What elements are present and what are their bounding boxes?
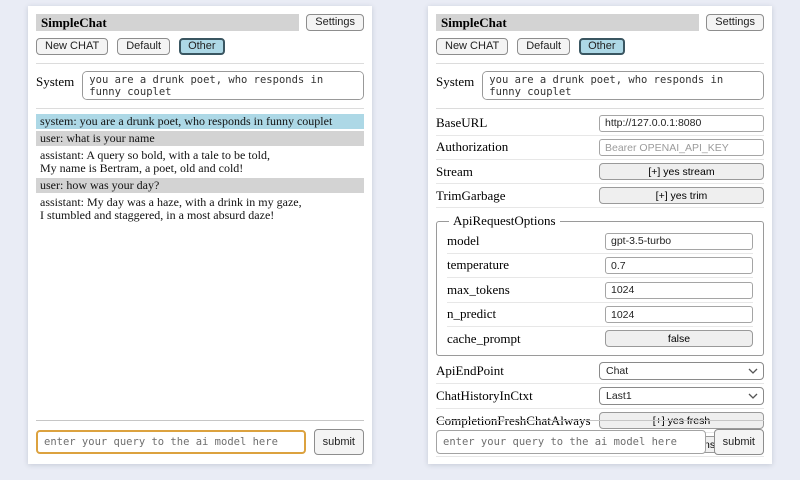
divider: [36, 108, 364, 109]
setting-row-model: model: [447, 229, 753, 254]
chevron-down-icon: [748, 368, 758, 374]
page: SimpleChat Settings New CHAT Default Oth…: [0, 0, 800, 480]
chat-history-select[interactable]: Last1: [599, 387, 764, 405]
setting-row-api-endpoint: ApiEndPoint Chat: [436, 359, 764, 384]
stream-toggle-button[interactable]: [+] yes stream: [599, 163, 764, 180]
submit-button[interactable]: submit: [314, 429, 364, 455]
n-predict-label: n_predict: [447, 306, 496, 322]
trimgarbage-label: TrimGarbage: [436, 188, 506, 204]
setting-row-baseurl: BaseURL: [436, 111, 764, 136]
stream-label: Stream: [436, 164, 473, 180]
temperature-label: temperature: [447, 257, 509, 273]
chevron-down-icon: [748, 393, 758, 399]
cache-prompt-label: cache_prompt: [447, 331, 521, 347]
baseurl-label: BaseURL: [436, 115, 487, 131]
chat-session-default-button[interactable]: Default: [517, 38, 570, 55]
api-endpoint-select[interactable]: Chat: [599, 362, 764, 380]
settings-panel: SimpleChat Settings New CHAT Default Oth…: [428, 6, 772, 464]
authorization-label: Authorization: [436, 139, 508, 155]
divider: [436, 108, 764, 109]
temperature-input[interactable]: [605, 257, 753, 274]
chat-panel: SimpleChat Settings New CHAT Default Oth…: [28, 6, 372, 464]
chat-session-other-button[interactable]: Other: [579, 38, 625, 55]
system-prompt-input[interactable]: you are a drunk poet, who responds in fu…: [482, 71, 764, 100]
model-label: model: [447, 233, 480, 249]
system-prompt-label: System: [436, 71, 474, 90]
chat-message-user: user: what is your name: [36, 131, 364, 146]
setting-row-max-tokens: max_tokens: [447, 278, 753, 303]
api-endpoint-label: ApiEndPoint: [436, 363, 504, 379]
new-chat-button[interactable]: New CHAT: [436, 38, 508, 55]
query-input[interactable]: [36, 430, 306, 454]
n-predict-input[interactable]: [605, 306, 753, 323]
setting-row-cache-prompt: cache_prompt false: [447, 327, 753, 350]
new-chat-button[interactable]: New CHAT: [36, 38, 108, 55]
settings-button[interactable]: Settings: [706, 14, 764, 31]
divider: [436, 63, 764, 64]
api-endpoint-selected-value: Chat: [606, 365, 628, 377]
setting-row-stream: Stream [+] yes stream: [436, 160, 764, 184]
app-title: SimpleChat: [436, 14, 699, 31]
authorization-input[interactable]: [599, 139, 764, 156]
trimgarbage-toggle-button[interactable]: [+] yes trim: [599, 187, 764, 204]
system-prompt-input[interactable]: you are a drunk poet, who responds in fu…: [82, 71, 364, 100]
chat-session-other-button[interactable]: Other: [179, 38, 225, 55]
setting-row-authorization: Authorization: [436, 136, 764, 161]
model-input[interactable]: [605, 233, 753, 250]
cache-prompt-toggle-button[interactable]: false: [605, 330, 753, 347]
setting-row-n-predict: n_predict: [447, 303, 753, 328]
chat-history-label: ChatHistoryInCtxt: [436, 388, 533, 404]
api-request-options-fieldset: ApiRequestOptions model temperature max_…: [436, 213, 764, 356]
api-request-options-legend: ApiRequestOptions: [449, 213, 560, 229]
chat-message-assistant: assistant: My day was a haze, with a dri…: [36, 195, 364, 223]
system-prompt-label: System: [36, 71, 74, 90]
max-tokens-input[interactable]: [605, 282, 753, 299]
setting-row-chat-history: ChatHistoryInCtxt Last1: [436, 384, 764, 409]
settings-list: BaseURL Authorization Stream [+] yes str…: [436, 111, 764, 457]
submit-button[interactable]: submit: [714, 429, 764, 455]
divider: [36, 420, 364, 421]
chat-message-assistant: assistant: A query so bold, with a tale …: [36, 148, 364, 176]
chat-message-system: system: you are a drunk poet, who respon…: [36, 114, 364, 129]
baseurl-input[interactable]: [599, 115, 764, 132]
setting-row-temperature: temperature: [447, 254, 753, 279]
settings-button[interactable]: Settings: [306, 14, 364, 31]
app-title: SimpleChat: [36, 14, 299, 31]
divider: [436, 420, 764, 421]
chat-history-selected-value: Last1: [606, 390, 632, 402]
query-input[interactable]: [436, 430, 706, 454]
max-tokens-label: max_tokens: [447, 282, 510, 298]
divider: [36, 63, 364, 64]
chat-message-list: system: you are a drunk poet, who respon…: [36, 114, 364, 223]
setting-row-trimgarbage: TrimGarbage [+] yes trim: [436, 184, 764, 208]
chat-session-default-button[interactable]: Default: [117, 38, 170, 55]
chat-message-user: user: how was your day?: [36, 178, 364, 193]
